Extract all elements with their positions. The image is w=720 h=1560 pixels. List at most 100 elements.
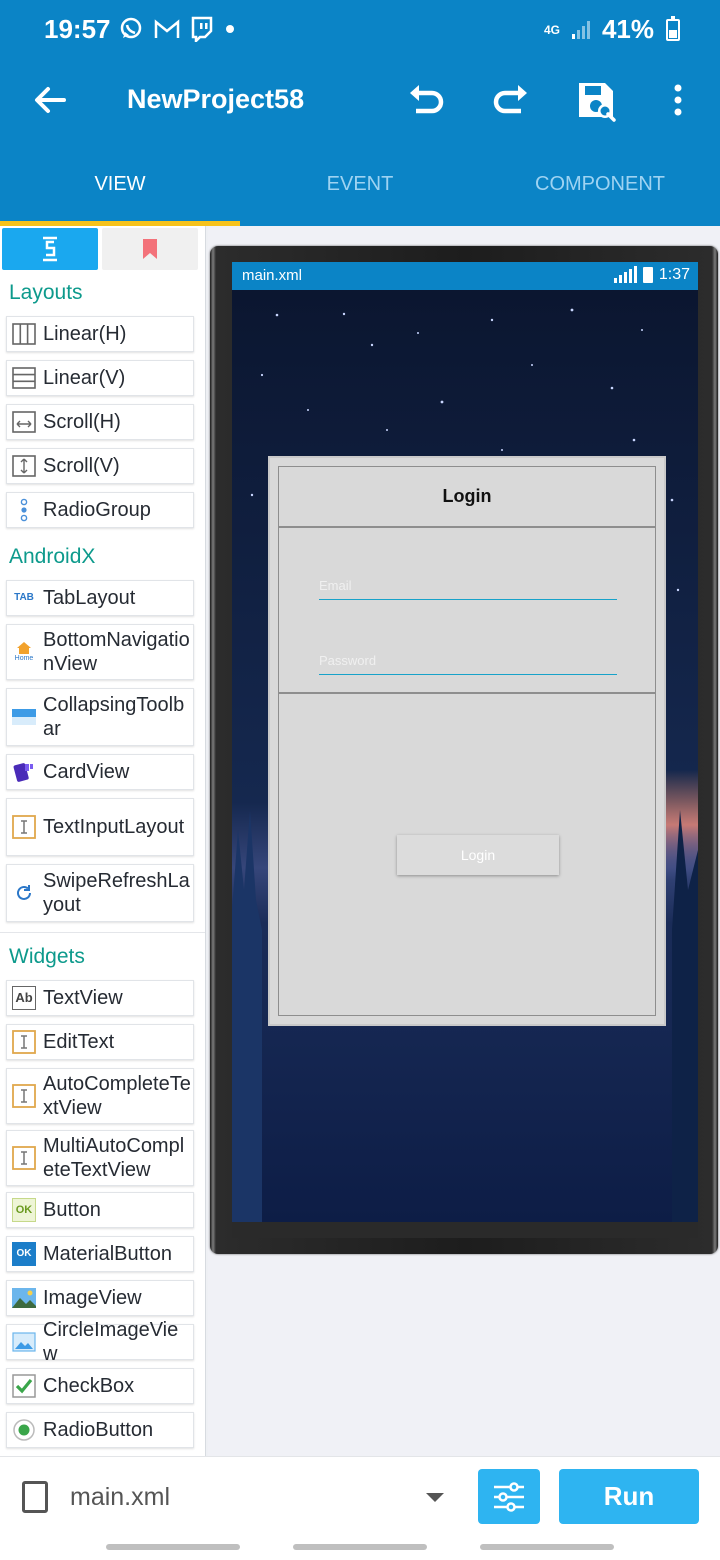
palette-item-textview[interactable]: Ab TextView [6,980,194,1016]
login-card[interactable]: Login Email Password Login [268,456,666,1026]
undo-button[interactable] [404,78,448,122]
redo-icon [493,85,527,114]
save-button[interactable] [574,78,618,122]
status-time: 19:57 [44,14,111,44]
chevron-down-icon[interactable] [426,1493,444,1502]
palette-item-radiobutton[interactable]: RadioButton [6,1412,194,1448]
radiobutton-icon [12,1418,36,1442]
device-screen[interactable]: main.xml 1:37 Login Email Password Login [232,262,698,1222]
palette-item-bottomnavigationview[interactable]: Home BottomNavigationView [6,624,194,680]
palette-item-linear-v[interactable]: Linear(V) [6,360,194,396]
bottom-toolbar: main.xml Run [0,1456,720,1534]
widget-palette[interactable]: Layouts Linear(H) Linear(V) Scroll(H) Sc… [0,226,206,1456]
home-icon: Home [12,640,36,664]
project-title: NewProject58 [127,84,305,114]
edittext-icon [12,1146,36,1170]
palette-item-circleimageview[interactable]: CircleImageView [6,1319,194,1365]
palette-item-swiperefreshlayout[interactable]: SwipeRefreshLayout [6,864,194,922]
nav-recents-icon[interactable] [106,1544,240,1550]
tab-event[interactable]: EVENT [240,140,480,226]
toolbar-icon [12,705,36,729]
section-androidx: AndroidX [9,545,96,568]
item-label: CollapsingToolbar [43,694,185,740]
device-time: 1:37 [658,266,690,283]
palette-tab-bookmarks[interactable] [102,228,198,270]
palette-item-checkbox[interactable]: CheckBox [6,1368,194,1404]
item-label: RadioGroup [43,499,151,521]
text-input-icon [12,815,36,839]
palette-item-textinputlayout[interactable]: TextInputLayout [6,798,194,856]
tune-icon [494,1481,524,1512]
palette-item-linear-h[interactable]: Linear(H) [6,316,194,352]
item-label: Button [43,1199,101,1221]
item-label: MultiAutoCompleteTextView [43,1135,185,1181]
palette-item-autocompletetextview[interactable]: AutoCompleteTextView [6,1068,194,1124]
more-vert-icon [674,84,682,116]
item-label: TabLayout [43,587,136,609]
nav-back-icon[interactable] [480,1544,614,1550]
item-label: ImageView [43,1287,142,1309]
edittext-icon [12,1030,36,1054]
section-layouts: Layouts [9,281,83,304]
circle-image-icon [12,1330,36,1354]
more-options-button[interactable] [656,78,700,122]
login-fields-section: Email Password [279,528,655,694]
arrow-back-icon [35,87,66,113]
item-label: Scroll(V) [43,455,120,477]
tab-icon: TAB [14,592,34,603]
palette-tabs [2,228,198,270]
palette-item-tablayout[interactable]: TAB TabLayout [6,580,194,616]
redo-button[interactable] [489,78,533,122]
tab-component[interactable]: COMPONENT [480,140,720,226]
status-right-group: 4G 41% [544,14,680,45]
file-icon [22,1481,48,1513]
textview-icon: Ab [12,986,36,1010]
run-button[interactable]: Run [559,1469,699,1524]
file-selector[interactable]: main.xml [70,1483,170,1512]
device-status-icons: 1:37 [613,266,690,284]
checkbox-icon [12,1374,36,1398]
email-field[interactable]: Email [319,578,617,600]
status-bar: 19:57 4G 41% [0,0,720,60]
palette-item-imageview[interactable]: ImageView [6,1280,194,1316]
item-label: RadioButton [43,1419,154,1441]
dot-icon [226,25,234,33]
button-icon: OK [12,1198,36,1222]
device-status-bar: main.xml 1:37 [232,262,698,290]
linear-v-icon [12,366,36,390]
palette-item-multiautocompletetextview[interactable]: MultiAutoCompleteTextView [6,1130,194,1186]
palette-item-edittext[interactable]: EditText [6,1024,194,1060]
tab-view[interactable]: VIEW [0,140,240,226]
palette-item-collapsingtoolbar[interactable]: CollapsingToolbar [6,688,194,746]
home-icon-label: Home [14,655,34,662]
scroll-h-icon [12,410,36,434]
nav-home-icon[interactable] [293,1544,427,1550]
item-label: EditText [43,1031,115,1053]
twitch-icon [191,16,213,42]
palette-item-materialbutton[interactable]: OK MaterialButton [6,1236,194,1272]
palette-item-button[interactable]: OK Button [6,1192,194,1228]
material-button-icon: OK [12,1242,36,1266]
item-label: TextView [43,987,123,1009]
device-nav-area [232,1222,698,1238]
item-label: BottomNavigationView [43,629,190,675]
layout-preview[interactable]: main.xml 1:37 Login Email Password Login [208,226,720,1456]
palette-item-cardview[interactable]: CardView [6,754,194,790]
item-label: Linear(V) [43,367,126,389]
signal-icon [613,266,637,283]
settings-button[interactable] [478,1469,540,1524]
palette-item-scroll-v[interactable]: Scroll(V) [6,448,194,484]
password-field[interactable]: Password [319,653,617,675]
back-button[interactable] [28,78,72,122]
item-label: TextInputLayout [43,816,185,838]
palette-tab-widgets[interactable] [2,228,98,270]
palette-item-radiogroup[interactable]: RadioGroup [6,492,194,528]
item-label: CircleImageView [43,1319,179,1365]
palette-item-scroll-h[interactable]: Scroll(H) [6,404,194,440]
battery-icon [642,267,653,283]
linear-h-icon [12,322,36,346]
login-button[interactable]: Login [397,835,559,875]
gmail-icon [154,19,180,38]
notification-icons [118,16,236,42]
signal-icon [571,20,590,39]
